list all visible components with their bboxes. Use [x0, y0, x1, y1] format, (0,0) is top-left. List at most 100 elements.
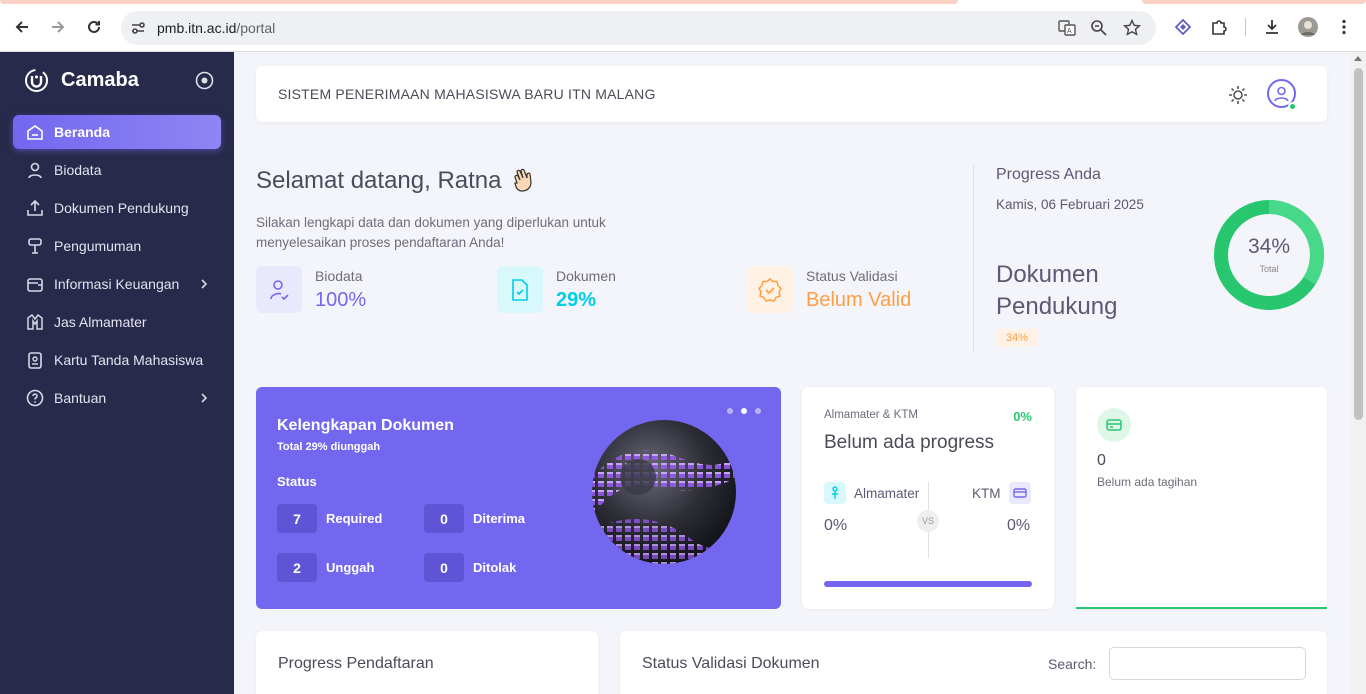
progress-badge: 34%	[996, 329, 1039, 347]
tagihan-text: Belum ada tagihan	[1097, 475, 1198, 489]
kelengkapan-title: Kelengkapan Dokumen	[277, 417, 454, 434]
star-icon[interactable]	[1123, 19, 1141, 37]
carousel-dot[interactable]	[727, 408, 733, 414]
welcome-description: Silakan lengkapi data dan dokumen yang d…	[256, 215, 606, 250]
kelengkapan-subtitle: Total 29% diunggah	[277, 441, 381, 453]
reload-button[interactable]	[81, 14, 107, 40]
more-menu-icon[interactable]	[1333, 16, 1355, 38]
unggah-row: 2 Unggah	[277, 553, 374, 582]
search-input[interactable]	[1109, 647, 1306, 680]
carousel-dot[interactable]	[755, 408, 761, 414]
kelengkapan-card: Kelengkapan Dokumen Total 29% diunggah S…	[256, 387, 781, 609]
ktm-icon-box	[1008, 482, 1031, 504]
card-icon	[1012, 488, 1027, 498]
tagihan-card: 0 Belum ada tagihan	[1076, 387, 1327, 609]
app-title: SISTEM PENERIMAAN MAHASISWA BARU ITN MAL…	[278, 86, 656, 102]
announcement-icon	[28, 238, 42, 254]
required-count: 7	[277, 504, 317, 533]
sidebar-item-kartu-tanda-mahasiswa[interactable]: Kartu Tanda Mahasiswa	[13, 343, 221, 377]
progress-title: Progress Anda	[996, 166, 1101, 183]
scroll-up-arrow[interactable]	[1354, 56, 1362, 61]
home-icon	[27, 125, 43, 140]
address-bar[interactable]: pmb.itn.ac.id/portal A	[121, 11, 1156, 45]
collapse-toggle-icon[interactable]	[195, 71, 214, 90]
search-label: Search:	[1048, 656, 1097, 672]
puzzle-icon[interactable]	[1208, 16, 1230, 38]
zoom-icon[interactable]	[1090, 19, 1108, 37]
welcome-heading: Selamat datang, Ratna	[256, 167, 538, 195]
forward-button[interactable]	[45, 14, 71, 40]
tagihan-count: 0	[1097, 452, 1106, 469]
stat-value: Belum Valid	[806, 289, 912, 311]
almamater-status: Belum ada progress	[824, 432, 995, 453]
ktm-value: 0%	[1007, 517, 1031, 534]
almamater-label: Almamater	[854, 485, 920, 501]
stat-icon-box	[747, 266, 793, 313]
sidebar-item-beranda[interactable]: Beranda	[13, 115, 221, 149]
sidebar: Camaba Beranda Biodata Dokumen Pendukung…	[0, 52, 234, 694]
back-button[interactable]	[9, 14, 35, 40]
app-header: SISTEM PENERIMAAN MAHASISWA BARU ITN MAL…	[256, 66, 1327, 122]
unggah-label: Unggah	[326, 560, 375, 575]
progress-date: Kamis, 06 Februari 2025	[996, 197, 1144, 212]
theme-toggle-icon[interactable]	[1227, 84, 1249, 106]
sidebar-item-informasi-keuangan[interactable]: Informasi Keuangan	[13, 267, 221, 301]
vs-badge: VS	[917, 510, 939, 532]
file-check-icon	[512, 278, 528, 301]
sidebar-item-label: Beranda	[54, 124, 111, 140]
page-scrollbar[interactable]	[1351, 52, 1366, 694]
stat-label: Biodata	[315, 268, 363, 284]
site-settings-icon	[132, 22, 145, 34]
stat-status-validasi: Status Validasi Belum Valid	[747, 266, 911, 313]
sidebar-item-dokumen-pendukung[interactable]: Dokumen Pendukung	[13, 191, 221, 225]
sidebar-item-label: Pengumuman	[54, 238, 142, 254]
url-path: /portal	[236, 20, 276, 36]
finance-icon	[27, 278, 43, 292]
sidebar-item-pengumuman[interactable]: Pengumuman	[13, 229, 221, 263]
waving-hand-icon	[513, 168, 532, 192]
stat-label: Status Validasi	[806, 268, 898, 284]
ktm-label-group: KTM	[972, 482, 1031, 504]
stat-value: 100%	[315, 289, 367, 311]
almamater-label-group: Almamater	[824, 482, 919, 504]
sidebar-item-label: Jas Almamater	[54, 314, 147, 330]
sidebar-item-bantuan[interactable]: Bantuan	[13, 381, 221, 415]
sidebar-item-jas-almamater[interactable]: Jas Almamater	[13, 305, 221, 339]
diterima-count: 0	[424, 504, 464, 533]
sidebar-item-biodata[interactable]: Biodata	[13, 153, 221, 187]
welcome-section: Selamat datang, Ratna Silakan lengkapi d…	[256, 167, 606, 250]
diterima-label: Diterima	[473, 511, 526, 526]
brand[interactable]: Camaba	[24, 68, 139, 93]
carousel-dot[interactable]	[741, 408, 747, 414]
arrow-left-icon	[15, 21, 28, 33]
almamater-heading: Almamater & KTM	[824, 409, 918, 421]
almamater-icon	[832, 486, 838, 499]
chevron-right-icon	[201, 393, 208, 403]
greeting-text: Selamat datang, Ratna	[256, 167, 502, 194]
extension-gem-icon[interactable]	[1172, 16, 1194, 38]
almamater-progress-bar	[824, 581, 1032, 587]
donut-label: Total	[1259, 264, 1279, 274]
almamater-value: 0%	[824, 517, 848, 534]
almamater-icon-box	[824, 482, 846, 504]
sphere-illustration	[592, 420, 736, 564]
carousel-indicators	[727, 408, 761, 414]
svg-text:A: A	[1067, 28, 1072, 35]
logo-icon	[25, 69, 48, 92]
almamater-progress-fill	[824, 581, 1032, 587]
url-text: pmb.itn.ac.id/portal	[157, 20, 275, 36]
translate-icon[interactable]: A	[1058, 19, 1076, 37]
download-icon[interactable]	[1261, 16, 1283, 38]
upload-icon	[27, 199, 43, 216]
brand-name: Camaba	[61, 69, 139, 91]
progress-heading: Dokumen Pendukung	[996, 261, 1118, 320]
tab-strip-accent	[0, 0, 958, 4]
kelengkapan-status-label: Status	[277, 474, 317, 489]
profile-avatar-icon[interactable]	[1297, 16, 1319, 38]
stat-icon-box	[497, 266, 543, 313]
scrollbar-thumb[interactable]	[1354, 68, 1363, 420]
stat-icon-box	[256, 266, 302, 313]
jacket-icon	[27, 313, 43, 330]
arrow-right-icon	[52, 21, 65, 33]
sidebar-item-label: Dokumen Pendukung	[54, 200, 189, 216]
